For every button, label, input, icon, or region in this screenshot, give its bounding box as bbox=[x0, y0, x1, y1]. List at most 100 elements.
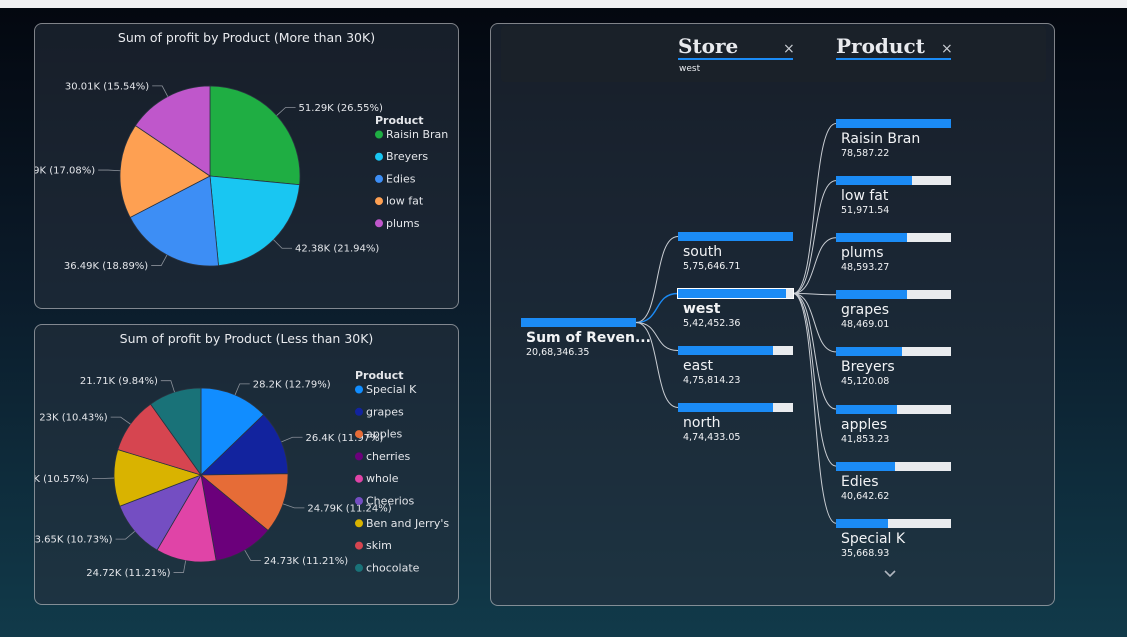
data-label-cherries: 24.73K (11.21%) bbox=[264, 556, 348, 567]
product-node-low-fat-label[interactable]: low fat bbox=[841, 188, 888, 204]
leader-line-low-fat bbox=[98, 169, 121, 172]
store-node-south-bar[interactable] bbox=[678, 232, 793, 241]
product-node-special-k-value: 35,668.93 bbox=[841, 547, 890, 559]
leader-line-cherries bbox=[244, 549, 261, 561]
product-node-raisin-bran-bar-fill bbox=[836, 119, 951, 128]
data-label-whole: 24.72K (11.21%) bbox=[86, 568, 170, 579]
product-node-low-fat-bar[interactable] bbox=[836, 176, 951, 186]
legend-item-skim[interactable]: skim bbox=[366, 539, 392, 552]
pie-slice-breyers[interactable] bbox=[209, 175, 301, 267]
data-label-low-fat: 32.99K (17.08%) bbox=[35, 166, 95, 177]
product-node-raisin-bran-bar[interactable] bbox=[836, 119, 951, 128]
pie-panel-more-than-30k[interactable]: Sum of profit by Product (More than 30K)… bbox=[34, 23, 459, 309]
legend-item-whole[interactable]: whole bbox=[366, 472, 399, 485]
store-node-west-value: 5,42,452.36 bbox=[683, 318, 741, 329]
store-node-north-label[interactable]: north bbox=[683, 415, 721, 431]
product-node-raisin-bran-value: 78,587.22 bbox=[841, 148, 890, 159]
legend-item-cheerios[interactable]: Cheerios bbox=[366, 495, 414, 508]
product-node-grapes-label[interactable]: grapes bbox=[841, 302, 889, 318]
legend-item-chocolate[interactable]: chocolate bbox=[366, 561, 420, 574]
legend-item-raisin-bran[interactable]: Raisin Bran bbox=[386, 128, 448, 141]
legend-swatch-raisin-bran bbox=[375, 130, 383, 139]
product-node-breyers-label[interactable]: Breyers bbox=[841, 359, 895, 375]
store-node-north-value: 4,74,433.05 bbox=[683, 432, 741, 443]
leader-line-whole bbox=[173, 560, 187, 573]
product-node-plums-bar-fill bbox=[836, 233, 908, 243]
store-node-west-label[interactable]: west bbox=[683, 301, 720, 317]
legend-swatch-grapes bbox=[355, 407, 363, 416]
leader-line-grapes bbox=[281, 436, 303, 443]
product-node-plums-bar[interactable] bbox=[836, 233, 951, 243]
product-node-edies-label[interactable]: Edies bbox=[841, 474, 879, 490]
top-strip bbox=[0, 0, 1127, 8]
legend-item-plums[interactable]: plums bbox=[386, 217, 420, 230]
legend-swatch-ben-and-jerry-s bbox=[355, 519, 363, 528]
store-node-north-bar-fill bbox=[678, 403, 773, 412]
legend-item-grapes[interactable]: grapes bbox=[366, 405, 404, 418]
store-node-south-bar-fill bbox=[678, 232, 793, 241]
product-node-special-k-bar-fill bbox=[836, 518, 889, 528]
legend-swatch-cherries bbox=[355, 452, 363, 461]
root-node-label[interactable]: Sum of Reven... bbox=[526, 330, 651, 346]
product-node-apples-value: 41,853.23 bbox=[841, 433, 890, 445]
leader-line-apples bbox=[282, 503, 305, 509]
product-node-edies-bar[interactable] bbox=[836, 461, 951, 471]
product-node-special-k-bar[interactable] bbox=[836, 518, 951, 528]
legend-item-cherries[interactable]: cherries bbox=[366, 450, 410, 463]
legend-item-edies[interactable]: Edies bbox=[386, 172, 416, 185]
product-node-special-k-label[interactable]: Special K bbox=[841, 531, 905, 547]
legend-swatch-whole bbox=[355, 474, 363, 483]
root-node-bar-fill bbox=[521, 318, 636, 327]
pie-chart-more[interactable]: 51.29K (26.55%) Raisin Bran 42.38K (21.94%… bbox=[35, 24, 458, 308]
store-node-east-bar-fill bbox=[678, 346, 774, 355]
tree-nodes: Sum of Reven... 20,68,346.35 south 5,75,646… bbox=[491, 24, 1054, 605]
leader-line-breyers bbox=[273, 239, 293, 249]
product-node-apples-label[interactable]: apples bbox=[841, 417, 887, 433]
legend-item-low-fat[interactable]: low fat bbox=[386, 195, 424, 208]
leader-line-cheerios bbox=[115, 531, 135, 540]
product-node-apples-bar-fill bbox=[836, 404, 898, 414]
data-label-edies: 36.49K (18.89%) bbox=[64, 261, 148, 272]
product-node-low-fat-bar-fill bbox=[836, 176, 913, 186]
legend-item-special-k[interactable]: Special K bbox=[366, 383, 417, 396]
data-label-raisin-bran: 51.29K (26.55%) bbox=[299, 103, 383, 114]
legend-swatch-breyers bbox=[375, 152, 383, 161]
data-label-plums: 30.01K (15.54%) bbox=[65, 81, 149, 92]
product-node-breyers-bar[interactable] bbox=[836, 347, 951, 357]
data-label-cheerios: 23.65K (10.73%) bbox=[35, 535, 113, 546]
leader-line-skim bbox=[110, 416, 131, 425]
store-node-south-label[interactable]: south bbox=[683, 244, 722, 260]
legend-swatch-special-k bbox=[355, 385, 363, 394]
leader-line-chocolate bbox=[160, 380, 175, 393]
store-node-north-bar[interactable] bbox=[678, 403, 793, 412]
legend-swatch-cheerios bbox=[355, 497, 363, 505]
leader-line-edies bbox=[151, 254, 168, 266]
product-node-grapes-value: 48,469.01 bbox=[841, 319, 890, 331]
chevron-down-icon[interactable] bbox=[883, 567, 897, 583]
store-node-east-bar[interactable] bbox=[678, 346, 793, 355]
data-label-ben-and-jerry-s: 23.31K (10.57%) bbox=[35, 474, 89, 485]
legend-swatch-plums bbox=[375, 219, 383, 228]
store-node-east-label[interactable]: east bbox=[683, 358, 713, 374]
legend-item-breyers[interactable]: Breyers bbox=[386, 150, 428, 163]
legend-item-apples[interactable]: apples bbox=[366, 428, 403, 441]
pie-chart-less[interactable]: 28.2K (12.79%) Special K26.4K (11.97%)gra… bbox=[35, 325, 458, 604]
pie-slice-raisin-bran[interactable] bbox=[209, 85, 301, 186]
product-node-grapes-bar[interactable] bbox=[836, 290, 951, 300]
product-node-apples-bar[interactable] bbox=[836, 404, 951, 414]
leader-line-raisin-bran bbox=[276, 107, 296, 116]
root-node-value: 20,68,346.35 bbox=[526, 347, 590, 358]
pie-panel-less-than-30k[interactable]: Sum of profit by Product (Less than 30K)… bbox=[34, 324, 459, 605]
store-node-east-value: 4,75,814.23 bbox=[683, 375, 741, 386]
store-node-west-bar[interactable] bbox=[677, 288, 794, 299]
decomposition-tree-panel[interactable]: Store × west Product × Sum of Reven... 20… bbox=[490, 23, 1055, 606]
store-node-south-value: 5,75,646.71 bbox=[683, 261, 741, 272]
product-node-raisin-bran-label[interactable]: Raisin Bran bbox=[841, 131, 920, 147]
leader-line-special-k bbox=[234, 383, 250, 396]
product-node-low-fat-value: 51,971.54 bbox=[841, 205, 890, 217]
product-node-plums-label[interactable]: plums bbox=[841, 245, 884, 261]
legend-item-ben-and-jerry-s[interactable]: Ben and Jerry's bbox=[366, 517, 449, 530]
product-node-edies-value: 40,642.62 bbox=[841, 490, 890, 502]
legend-title: Product bbox=[355, 369, 404, 382]
root-node-bar[interactable] bbox=[521, 318, 636, 327]
